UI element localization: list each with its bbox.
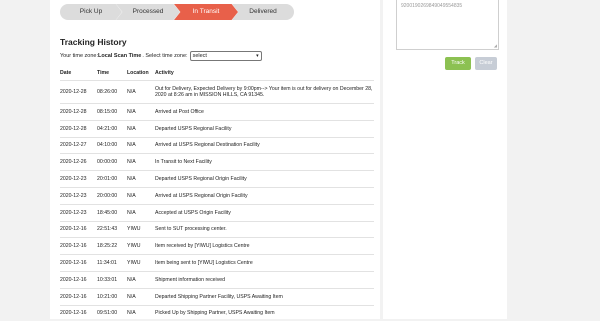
cell-date: 2020-12-27 bbox=[60, 136, 97, 154]
tracking-number-value: 9200190269849049554835 bbox=[401, 3, 463, 9]
table-row: 2020-12-23 18:45:00 N/A Accepted at USPS… bbox=[60, 203, 374, 222]
progress-stepper: Pick Up Processed In Transit Delivered bbox=[60, 4, 294, 20]
cell-date: 2020-12-16 bbox=[60, 220, 97, 238]
table-row: 2020-12-16 18:25:22 YIWU Item received b… bbox=[60, 237, 374, 255]
cell-activity: Arrived at USPS Regional Destination Fac… bbox=[155, 136, 374, 154]
cell-time: 22:51:43 bbox=[97, 220, 127, 238]
tracking-main-panel: Pick Up Processed In Transit Delivered T… bbox=[50, 0, 380, 321]
table-row: 2020-12-16 11:34:01 YIWU Item being sent… bbox=[60, 254, 374, 272]
cell-date: 2020-12-28 bbox=[60, 103, 97, 121]
cell-time: 04:21:00 bbox=[97, 119, 127, 138]
cell-activity: Arrived at USPS Regional Origin Facility bbox=[155, 186, 374, 205]
cell-date: 2020-12-16 bbox=[60, 270, 97, 289]
cell-location: N/A bbox=[127, 270, 155, 289]
clear-button[interactable]: Clear bbox=[475, 57, 497, 70]
table-row: 2020-12-16 10:33:01 N/A Shipment informa… bbox=[60, 270, 374, 289]
column-header-time: Time bbox=[97, 70, 110, 76]
timezone-prefix: Your time zone: bbox=[60, 53, 99, 59]
column-header-location: Location bbox=[127, 70, 149, 76]
step-in-transit: In Transit bbox=[174, 4, 238, 20]
track-side-panel: 9200190269849049554835 ◢ Track Clear bbox=[383, 0, 507, 319]
cell-time: 00:00:00 bbox=[97, 153, 127, 171]
cell-activity: Arrived at Post Office bbox=[155, 103, 374, 121]
cell-date: 2020-12-28 bbox=[60, 119, 97, 138]
timezone-value: Local Scan Time bbox=[98, 53, 142, 59]
cell-activity: Shipment information received bbox=[155, 270, 374, 289]
cell-activity: Accepted at USPS Origin Facility bbox=[155, 203, 374, 222]
cell-time: 08:26:00 bbox=[97, 80, 127, 104]
table-row: 2020-12-28 08:26:00 N/A Out for Delivery… bbox=[60, 80, 374, 104]
table-header-row: Date Time Location Activity bbox=[60, 66, 374, 81]
cell-activity: Departed USPS Regional Origin Facility bbox=[155, 170, 374, 188]
cell-date: 2020-12-16 bbox=[60, 287, 97, 306]
cell-date: 2020-12-16 bbox=[60, 237, 97, 255]
cell-activity: Item being sent to [YIWU] Logistics Cent… bbox=[155, 254, 374, 272]
cell-activity: In Transit to Next Facility bbox=[155, 153, 374, 171]
cell-date: 2020-12-23 bbox=[60, 170, 97, 188]
cell-location: N/A bbox=[127, 170, 155, 188]
cell-location: N/A bbox=[127, 153, 155, 171]
table-row: 2020-12-28 04:21:00 N/A Departed USPS Re… bbox=[60, 119, 374, 138]
cell-activity: Sent to SUT processing center. bbox=[155, 220, 374, 238]
timezone-select[interactable]: select ▾ bbox=[189, 51, 262, 61]
cell-time: 20:01:00 bbox=[97, 170, 127, 188]
cell-location: N/A bbox=[127, 203, 155, 222]
cell-time: 10:33:01 bbox=[97, 270, 127, 289]
cell-time: 11:34:01 bbox=[97, 254, 127, 272]
cell-date: 2020-12-23 bbox=[60, 186, 97, 205]
cell-location: YIWU bbox=[127, 237, 155, 255]
step-pick-up: Pick Up bbox=[60, 4, 122, 20]
cell-activity: Departed Shipping Partner Facility, USPS… bbox=[155, 287, 374, 306]
cell-time: 20:00:00 bbox=[97, 186, 127, 205]
timezone-select-value: select bbox=[192, 53, 207, 59]
timezone-row: Your time zone: Local Scan Time . Select… bbox=[60, 51, 262, 61]
cell-activity: Out for Delivery, Expected Delivery by 9… bbox=[155, 80, 374, 104]
table-row: 2020-12-16 10:21:00 N/A Departed Shippin… bbox=[60, 287, 374, 306]
step-delivered: Delivered bbox=[232, 4, 294, 20]
column-header-date: Date bbox=[60, 70, 72, 76]
column-header-activity: Activity bbox=[155, 70, 174, 76]
cell-date: 2020-12-23 bbox=[60, 203, 97, 222]
table-row: 2020-12-27 04:10:00 N/A Arrived at USPS … bbox=[60, 136, 374, 154]
table-row: 2020-12-26 00:00:00 N/A In Transit to Ne… bbox=[60, 153, 374, 171]
chevron-down-icon: ▾ bbox=[256, 53, 259, 59]
tracking-number-textarea[interactable]: 9200190269849049554835 ◢ bbox=[396, 0, 499, 50]
cell-location: YIWU bbox=[127, 254, 155, 272]
cell-location: N/A bbox=[127, 103, 155, 121]
cell-activity: Item received by [YIWU] Logistics Centre bbox=[155, 237, 374, 255]
cell-activity: Departed USPS Regional Facility bbox=[155, 119, 374, 138]
cell-location: N/A bbox=[127, 136, 155, 154]
cell-time: 18:25:22 bbox=[97, 237, 127, 255]
cell-location: N/A bbox=[127, 186, 155, 205]
cell-location: N/A bbox=[127, 80, 155, 104]
table-row: 2020-12-28 08:15:00 N/A Arrived at Post … bbox=[60, 103, 374, 121]
cell-time: 18:45:00 bbox=[97, 203, 127, 222]
table-row: 2020-12-16 22:51:43 YIWU Sent to SUT pro… bbox=[60, 220, 374, 238]
cell-date: 2020-12-28 bbox=[60, 80, 97, 104]
cell-time: 04:10:00 bbox=[97, 136, 127, 154]
section-title: Tracking History bbox=[60, 37, 127, 47]
cell-location: N/A bbox=[127, 287, 155, 306]
table-row: 2020-12-23 20:01:00 N/A Departed USPS Re… bbox=[60, 170, 374, 188]
table-row: 2020-12-23 20:00:00 N/A Arrived at USPS … bbox=[60, 186, 374, 205]
track-button[interactable]: Track bbox=[445, 57, 471, 70]
resize-handle-icon[interactable]: ◢ bbox=[494, 43, 497, 48]
cell-location: YIWU bbox=[127, 220, 155, 238]
timezone-select-label: . Select time zone: bbox=[142, 53, 188, 59]
cell-date: 2020-12-26 bbox=[60, 153, 97, 171]
cell-time: 10:21:00 bbox=[97, 287, 127, 306]
cell-location: N/A bbox=[127, 119, 155, 138]
cell-time: 08:15:00 bbox=[97, 103, 127, 121]
cell-date: 2020-12-16 bbox=[60, 254, 97, 272]
step-processed: Processed bbox=[116, 4, 180, 20]
tracking-history-table: Date Time Location Activity 2020-12-28 0… bbox=[60, 66, 374, 321]
